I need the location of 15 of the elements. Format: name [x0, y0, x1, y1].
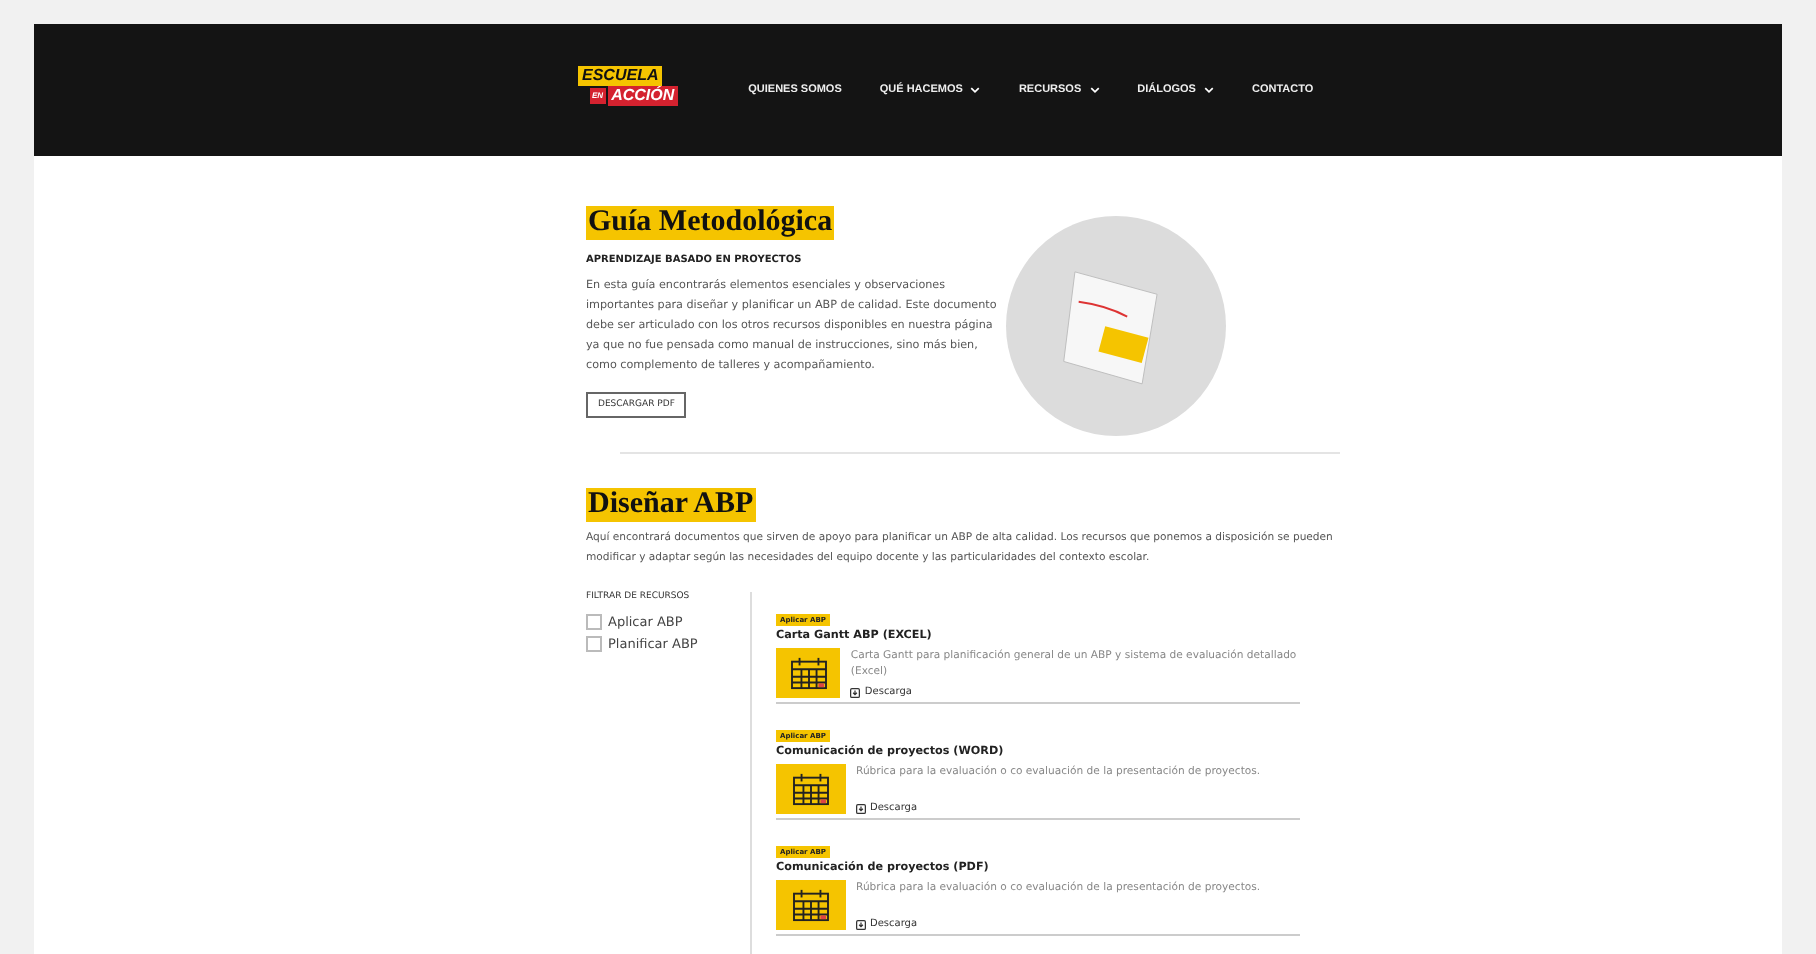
- download-icon: [856, 919, 866, 929]
- checkbox[interactable]: [586, 636, 602, 652]
- logo-text: ACCIÓN: [607, 86, 679, 106]
- checkbox[interactable]: [586, 614, 602, 630]
- logo-text: ESCUELA: [578, 66, 663, 86]
- download-icon: [850, 687, 861, 697]
- caret-icon: [1203, 86, 1214, 94]
- download-icon: [856, 803, 866, 813]
- section-title: Diseñar ABP: [586, 488, 756, 522]
- caret-icon: [1089, 86, 1100, 94]
- section-title: Guía Metodológica: [586, 206, 835, 240]
- caret-icon: [970, 86, 981, 94]
- calendar-icon: [789, 656, 828, 690]
- calendar-icon: [792, 888, 830, 922]
- calendar-icon: [792, 772, 830, 806]
